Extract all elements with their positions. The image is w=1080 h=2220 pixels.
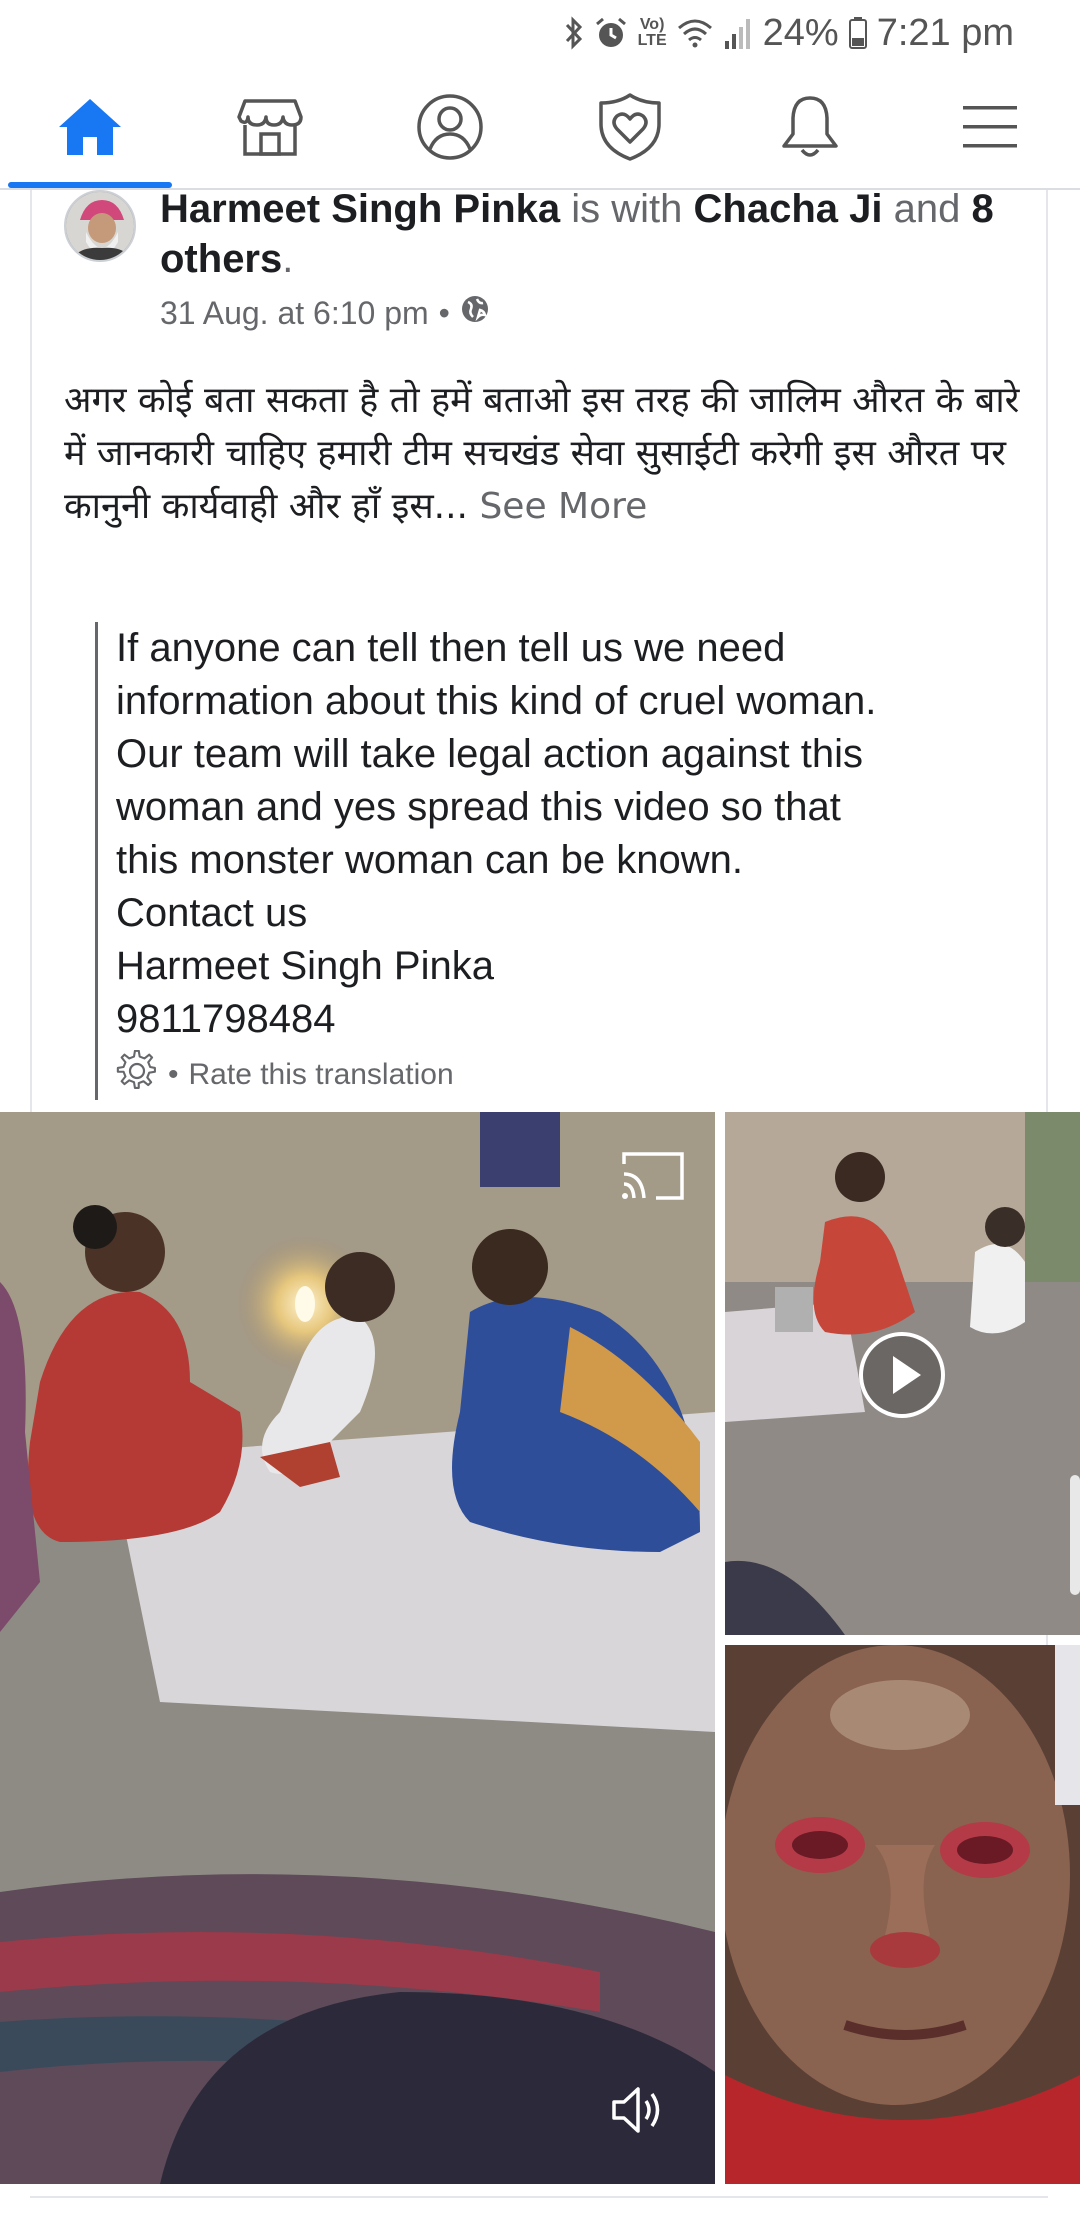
is-with-text: is with [571, 187, 683, 231]
translation-line: 9811798484 [116, 997, 336, 1041]
heart-shield-icon [598, 92, 662, 162]
author-avatar[interactable] [64, 190, 136, 262]
rate-separator: • [168, 1058, 179, 1091]
translation-line: information about this kind of cruel wom… [116, 679, 877, 723]
profile-icon [416, 93, 484, 161]
battery-icon [848, 17, 867, 49]
play-icon[interactable] [857, 1330, 947, 1420]
rate-translation-row: • Rate this translation [116, 1049, 995, 1100]
nav-tab-dating[interactable] [540, 66, 720, 188]
marketplace-icon [237, 97, 303, 157]
photo-thumbnail[interactable] [725, 1645, 1080, 2184]
active-tab-indicator [8, 182, 172, 188]
header-period: . [282, 237, 294, 281]
post-body-text: अगर कोई बता सकता है तो हमें बताओ इस तरह … [64, 374, 1034, 533]
translation-line: Our team will take legal action against … [116, 732, 864, 776]
nav-tab-menu[interactable] [900, 66, 1080, 188]
volte-icon: Vo) LTE [637, 16, 667, 49]
status-icons: Vo) LTE 24% 7:21 pm [564, 10, 1014, 56]
post-meta: 31 Aug. at 6:10 pm • [160, 294, 490, 332]
translation-line: woman and yes spread this video so that [116, 785, 841, 829]
volume-icon[interactable] [608, 2080, 668, 2140]
author-name-link[interactable]: Harmeet Singh Pinka [160, 187, 560, 231]
post-header: Harmeet Singh Pinka is with Chacha Ji an… [160, 184, 1020, 284]
home-icon [56, 96, 124, 158]
and-text: and [893, 187, 961, 231]
nav-tab-home[interactable] [0, 66, 180, 188]
status-bar: Vo) LTE 24% 7:21 pm [0, 0, 1080, 66]
nav-tab-profile[interactable] [360, 66, 540, 188]
gear-icon[interactable] [116, 1049, 158, 1100]
post-timestamp[interactable]: 31 Aug. at 6:10 pm [160, 295, 429, 332]
cast-icon[interactable] [620, 1150, 686, 1202]
translation-line: Harmeet Singh Pinka [116, 944, 494, 988]
scrollbar-thumb[interactable] [1070, 1475, 1080, 1595]
wifi-icon [677, 18, 713, 48]
tagged-person-link[interactable]: Chacha Ji [694, 187, 883, 231]
post-card-bottom-border [30, 2196, 1048, 2198]
menu-icon [961, 102, 1019, 152]
translation-block: If anyone can tell then tell us we need … [95, 622, 995, 1100]
main-video[interactable] [0, 1112, 715, 2184]
rate-translation-link[interactable]: Rate this translation [189, 1058, 454, 1092]
translation-line: Contact us [116, 891, 308, 935]
battery-percent: 24% [762, 11, 839, 54]
see-more-link[interactable]: See More [479, 486, 647, 527]
clock-time: 7:21 pm [876, 11, 1014, 54]
alarm-icon [594, 16, 628, 50]
meta-separator: • [438, 294, 450, 331]
top-navigation-bar [0, 66, 1080, 190]
bell-icon [780, 94, 840, 160]
bluetooth-icon [564, 16, 584, 50]
globe-icon [460, 294, 490, 332]
signal-icon [723, 17, 753, 49]
nav-tab-marketplace[interactable] [180, 66, 360, 188]
translation-line: If anyone can tell then tell us we need [116, 626, 786, 670]
nav-tab-notifications[interactable] [720, 66, 900, 188]
translation-line: this monster woman can be known. [116, 838, 743, 882]
